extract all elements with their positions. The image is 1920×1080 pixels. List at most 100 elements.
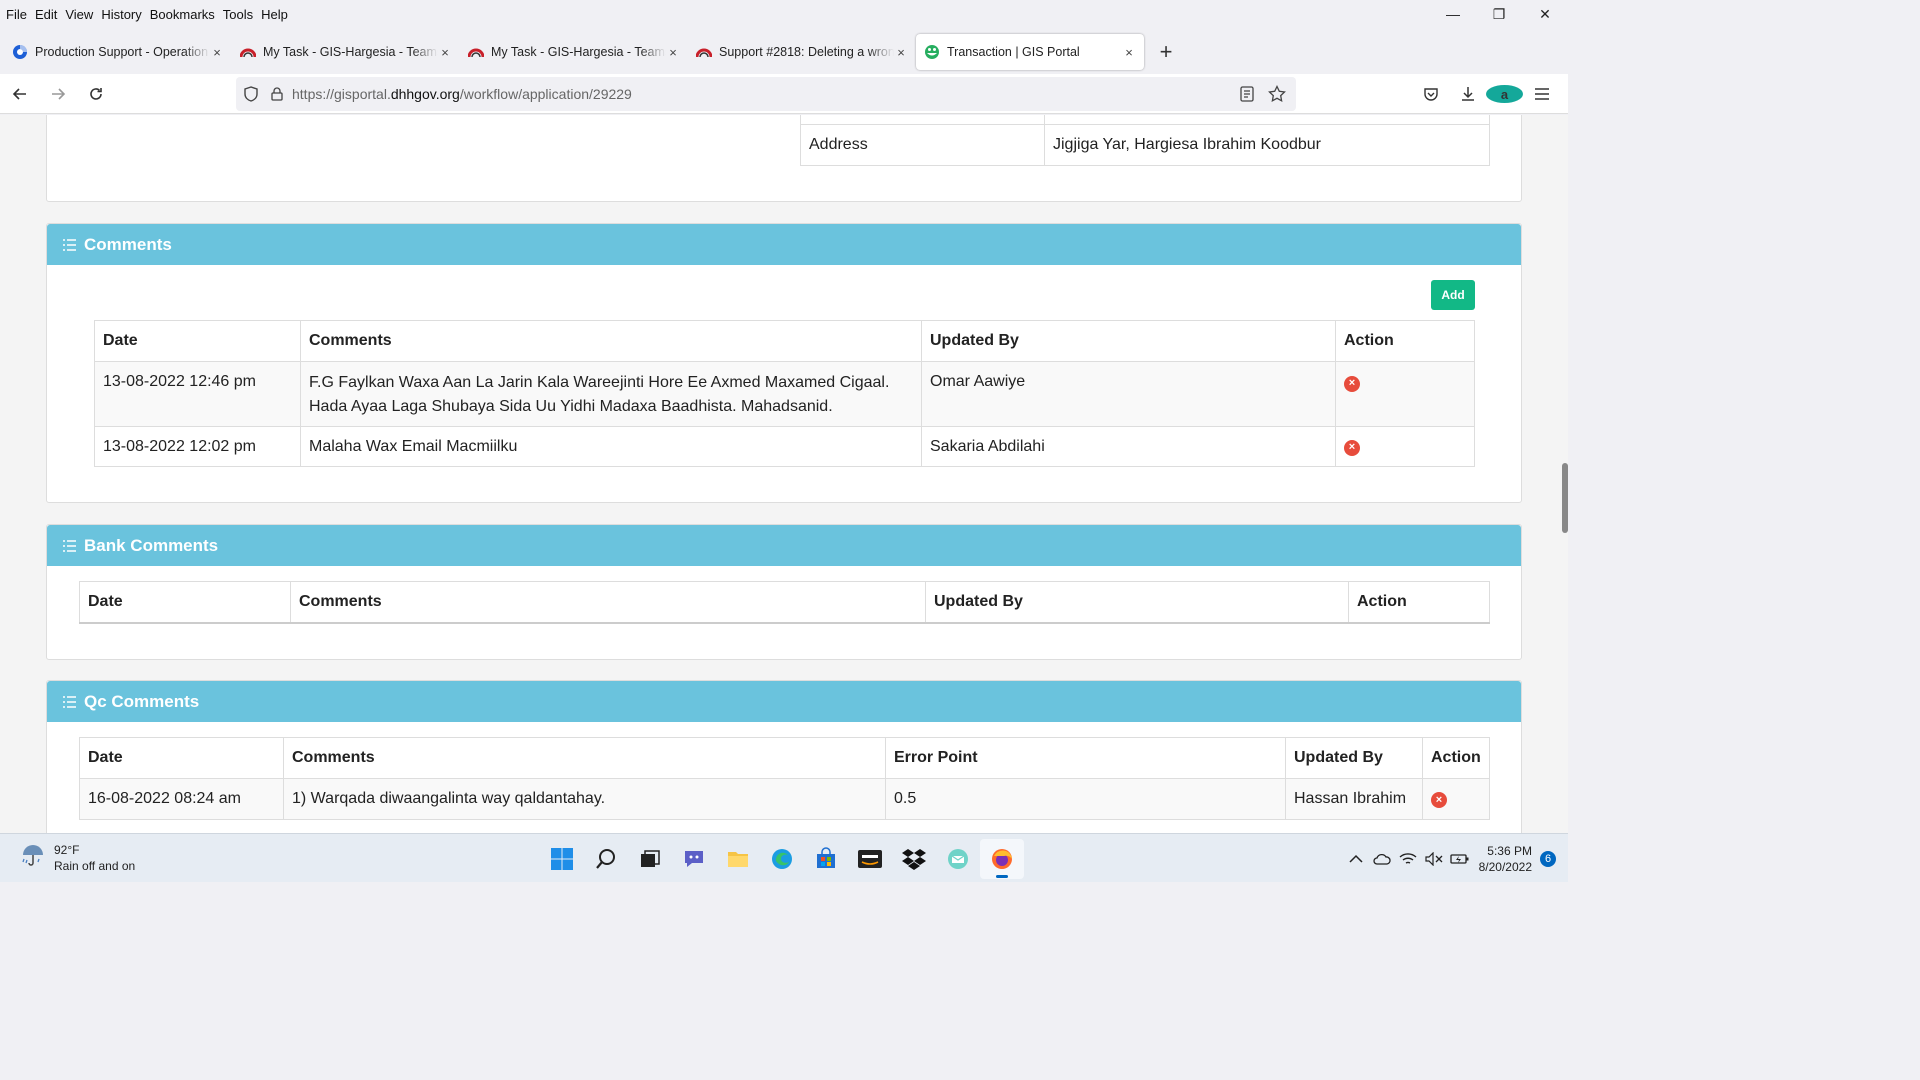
tab-close-icon[interactable]: ×	[1122, 45, 1136, 60]
amazon-icon	[858, 850, 882, 868]
qc-comment-text: 1) Warqada diwaangalinta way qaldantahay…	[283, 778, 886, 820]
delete-icon[interactable]: ×	[1431, 792, 1447, 809]
restore-button[interactable]: ❐	[1476, 0, 1522, 28]
weather-widget[interactable]: 92°F Rain off and on	[20, 842, 135, 874]
system-tray: 5:36 PM 8/20/2022 6	[1343, 834, 1556, 883]
bank-comments-panel: Bank Comments Date Comments Updated By A…	[46, 524, 1522, 660]
url-path: /workflow/application/29229	[459, 86, 632, 102]
taskbar-apps	[540, 838, 1024, 880]
navigation-bar: https://gisportal.dhhgov.org/workflow/ap…	[0, 74, 1568, 114]
reload-icon	[90, 87, 102, 100]
reload-button[interactable]	[78, 78, 114, 110]
tab-close-icon[interactable]: ×	[210, 45, 224, 60]
col-comments: Comments	[290, 581, 926, 623]
menu-tools[interactable]: Tools	[223, 7, 253, 22]
firefox-button[interactable]	[980, 839, 1024, 879]
store-icon	[817, 847, 835, 868]
tab-title: Transaction | GIS Portal	[947, 45, 1080, 59]
menu-bookmarks[interactable]: Bookmarks	[150, 7, 215, 22]
speaker-muted-icon[interactable]	[1421, 851, 1447, 866]
table-row: 13-08-2022 12:02 pm Malaha Wax Email Mac…	[94, 426, 1475, 467]
weather-desc: Rain off and on	[54, 859, 136, 873]
menu-history[interactable]: History	[101, 7, 141, 22]
account-letter: a	[1486, 85, 1523, 103]
bookmark-star-icon[interactable]	[1262, 85, 1292, 103]
battery-charging-icon[interactable]	[1447, 853, 1473, 865]
clock-time: 5:36 PM	[1487, 843, 1532, 858]
weather-temp: 92°F	[54, 843, 80, 857]
tab-close-icon[interactable]: ×	[894, 45, 908, 60]
menu-hamburger-icon[interactable]	[1523, 87, 1560, 101]
comments-table: Date Comments Updated By Action 13-08-20…	[94, 320, 1475, 467]
url-text[interactable]: https://gisportal.dhhgov.org/workflow/ap…	[292, 86, 632, 102]
amazon-button[interactable]	[848, 839, 892, 879]
tab-production-support[interactable]: Production Support - Operation ×	[4, 34, 232, 70]
wifi-icon[interactable]	[1395, 852, 1421, 866]
dropbox-button[interactable]	[892, 839, 936, 879]
dropbox-icon	[902, 849, 926, 870]
shield-icon[interactable]	[236, 86, 266, 102]
chevron-up-icon[interactable]	[1343, 854, 1369, 864]
tab-my-task-2[interactable]: My Task - GIS-Hargesia - Teams ×	[460, 34, 688, 70]
windows-logo-icon	[551, 848, 573, 870]
redmine-icon	[240, 44, 256, 60]
onedrive-cloud-icon[interactable]	[1369, 853, 1395, 865]
table-header-row: Date Comments Error Point Updated By Act…	[79, 737, 1490, 779]
lock-icon[interactable]	[266, 87, 288, 101]
notification-badge[interactable]: 6	[1540, 850, 1556, 867]
task-view-button[interactable]	[628, 839, 672, 879]
file-explorer-button[interactable]	[716, 839, 760, 879]
menu-help[interactable]: Help	[261, 7, 288, 22]
url-bar[interactable]: https://gisportal.dhhgov.org/workflow/ap…	[236, 77, 1296, 111]
menu-edit[interactable]: Edit	[35, 7, 57, 22]
start-button[interactable]	[540, 839, 584, 879]
menu-bar: File Edit View History Bookmarks Tools H…	[0, 0, 1568, 28]
forward-button[interactable]	[40, 78, 76, 110]
list-icon	[63, 539, 76, 552]
folder-icon	[728, 852, 748, 867]
new-tab-button[interactable]: +	[1148, 34, 1184, 70]
download-icon[interactable]	[1449, 86, 1486, 102]
scrollbar-thumb[interactable]	[1562, 463, 1568, 533]
edge-button[interactable]	[760, 839, 804, 879]
tab-close-icon[interactable]: ×	[438, 45, 452, 60]
pocket-icon[interactable]	[1412, 86, 1449, 102]
url-domain: dhhgov.org	[390, 86, 460, 102]
qc-comments-panel: Qc Comments Date Comments Error Point Up…	[46, 680, 1522, 833]
comment-action: ×	[1335, 361, 1475, 427]
qc-action: ×	[1422, 778, 1490, 820]
search-button[interactable]	[584, 839, 628, 879]
chat-icon	[685, 851, 703, 867]
delete-icon[interactable]: ×	[1344, 439, 1360, 456]
menu-file[interactable]: File	[6, 7, 27, 22]
table-header-row: Date Comments Updated By Action	[79, 581, 1490, 623]
account-avatar[interactable]: a	[1486, 85, 1523, 103]
tab-title: My Task - GIS-Hargesia - Teams	[491, 45, 666, 59]
col-action: Action	[1348, 581, 1490, 623]
reader-view-icon[interactable]	[1232, 86, 1262, 102]
mail-app-button[interactable]	[936, 839, 980, 879]
minimize-button[interactable]: —	[1430, 0, 1476, 28]
clock[interactable]: 5:36 PM 8/20/2022	[1479, 843, 1532, 875]
table-row: 16-08-2022 08:24 am 1) Warqada diwaangal…	[79, 778, 1490, 820]
qc-date: 16-08-2022 08:24 am	[79, 778, 284, 820]
qc-comments-title: Qc Comments	[84, 691, 200, 711]
add-comment-button[interactable]: Add	[1431, 280, 1475, 310]
tab-support-2818[interactable]: Support #2818: Deleting a wron ×	[688, 34, 916, 70]
redmine-icon	[696, 44, 712, 60]
col-action: Action	[1422, 737, 1490, 779]
address-value: Jigjiga Yar, Hargiesa Ibrahim Koodbur	[1044, 124, 1490, 166]
delete-icon[interactable]: ×	[1344, 375, 1360, 392]
menu-view[interactable]: View	[65, 7, 93, 22]
bank-comments-header: Bank Comments	[47, 525, 1521, 566]
address-row: Address Jigjiga Yar, Hargiesa Ibrahim Ko…	[800, 124, 1490, 166]
close-window-button[interactable]: ✕	[1522, 0, 1568, 28]
tab-close-icon[interactable]: ×	[666, 45, 680, 60]
teams-chat-button[interactable]	[672, 839, 716, 879]
back-button[interactable]	[2, 78, 38, 110]
table-row	[800, 115, 1490, 125]
tab-transaction-gis-portal[interactable]: Transaction | GIS Portal ×	[916, 34, 1144, 70]
store-button[interactable]	[804, 839, 848, 879]
tab-my-task-1[interactable]: My Task - GIS-Hargesia - Teams ×	[232, 34, 460, 70]
qc-comments-header: Qc Comments	[47, 681, 1521, 722]
